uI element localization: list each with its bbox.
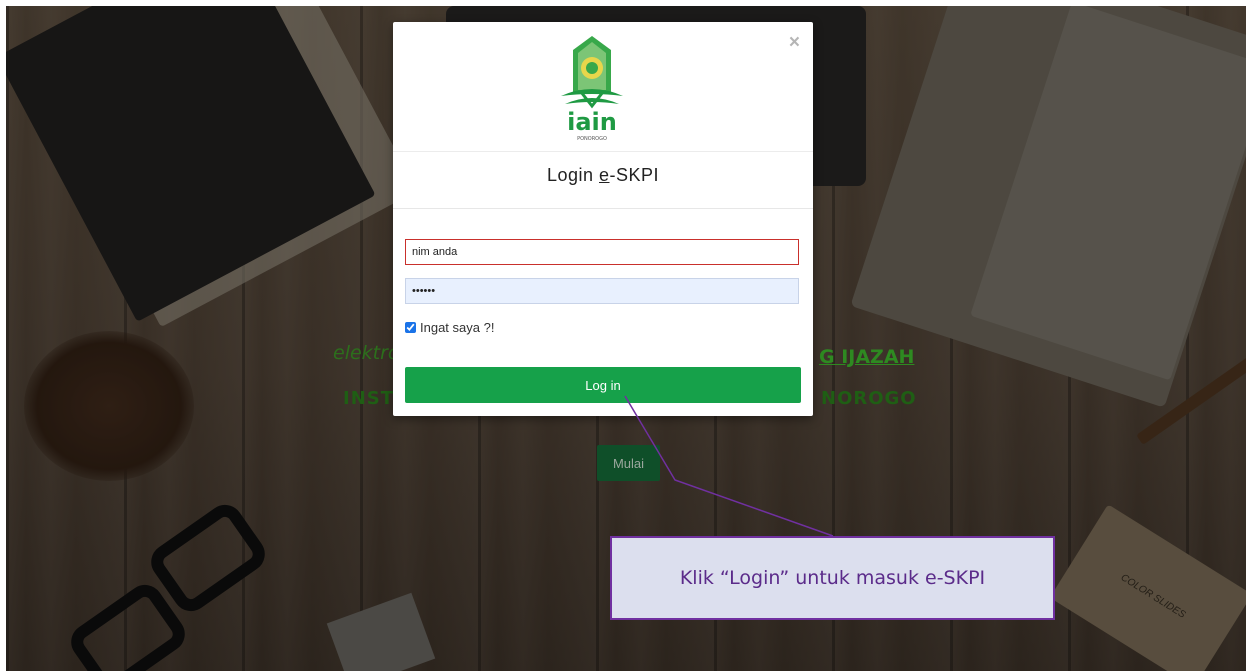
logo-subtext: PONOROGO xyxy=(577,136,607,142)
landing-title-right: NOROGO xyxy=(821,388,917,409)
title-prefix: Login xyxy=(546,165,599,185)
title-e: e xyxy=(599,165,610,185)
remember-checkbox[interactable] xyxy=(405,322,416,333)
landing-title-left: INST xyxy=(343,388,395,409)
landing-subtitle-left: elektro xyxy=(333,342,400,364)
close-icon[interactable]: × xyxy=(789,32,800,54)
start-button[interactable]: Mulai xyxy=(597,445,660,481)
landing-subtitle-right: G IJAZAH xyxy=(819,346,915,368)
modal-title: Login e-SKPI xyxy=(393,165,813,186)
iain-logo: iain PONOROGO xyxy=(561,36,623,142)
body-divider xyxy=(393,208,813,209)
login-button[interactable]: Log in xyxy=(405,367,801,403)
remember-label: Ingat saya ?! xyxy=(420,320,495,335)
username-input[interactable] xyxy=(405,239,799,265)
password-input[interactable] xyxy=(405,278,799,304)
instruction-callout: Klik “Login” untuk masuk e-SKPI xyxy=(610,536,1055,620)
login-modal: × iain PONOROGO Login e-SKPI Ingat saya … xyxy=(393,22,813,416)
logo-text: iain xyxy=(567,108,617,136)
callout-text: Klik “Login” untuk masuk e-SKPI xyxy=(679,567,986,589)
remember-me[interactable]: Ingat saya ?! xyxy=(405,320,494,335)
title-suffix: -SKPI xyxy=(609,165,660,185)
header-divider xyxy=(393,151,813,152)
